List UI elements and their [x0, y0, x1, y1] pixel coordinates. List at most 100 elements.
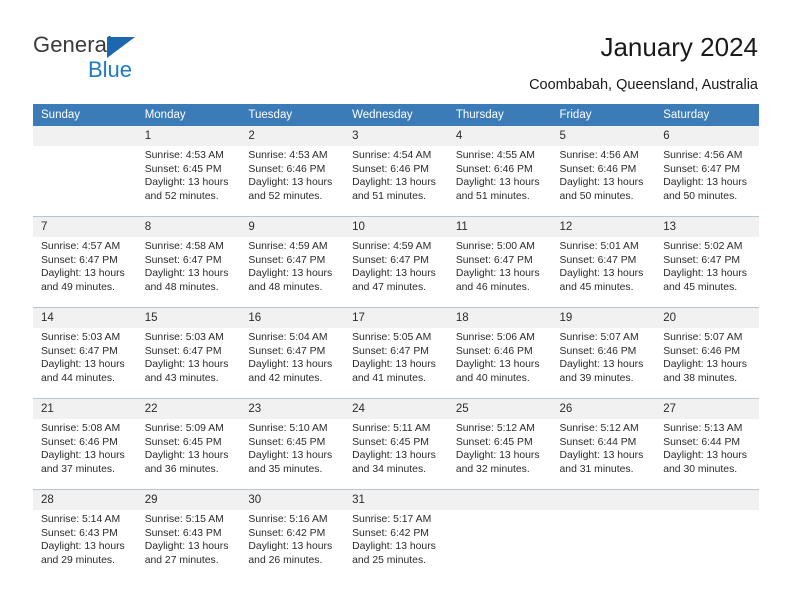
calendar-day-cell[interactable]: 25 Sunrise: 5:12 AM Sunset: 6:45 PM Dayligh… [447, 398, 552, 490]
sunset-text: Sunset: 6:47 PM [41, 254, 118, 266]
day-details: Sunrise: 5:07 AM Sunset: 6:46 PM Daylight:… [552, 328, 656, 385]
daylight-text-line1: Daylight: 13 hours [352, 450, 436, 462]
calendar-day-cell[interactable]: 1 Sunrise: 4:53 AM Sunset: 6:45 PM Daylight… [136, 126, 241, 217]
calendar-week-row: 1 Sunrise: 4:53 AM Sunset: 6:45 PM Daylight… [33, 126, 759, 217]
daylight-text-line2: and 51 minutes. [455, 190, 530, 202]
sunset-text: Sunset: 6:44 PM [663, 436, 741, 448]
calendar-day-cell[interactable]: 22 Sunrise: 5:09 AM Sunset: 6:45 PM Dayligh… [136, 398, 241, 490]
day-number: 6 [655, 126, 759, 146]
sunrise-text: Sunrise: 5:10 AM [248, 423, 328, 434]
daylight-text-line2: and 45 minutes. [663, 281, 738, 293]
calendar-day-cell[interactable]: 5 Sunrise: 4:56 AM Sunset: 6:46 PM Daylight… [551, 126, 656, 217]
calendar-week-row: 21 Sunrise: 5:08 AM Sunset: 6:46 PM Dayligh… [33, 398, 759, 490]
calendar-day-cell[interactable]: 13 Sunrise: 5:02 AM Sunset: 6:47 PM Dayligh… [655, 216, 759, 308]
sunset-text: Sunset: 6:45 PM [248, 436, 326, 448]
daylight-text-line1: Daylight: 13 hours [663, 177, 747, 189]
daylight-text-line2: and 36 minutes. [144, 463, 219, 475]
calendar-day-cell[interactable]: 8 Sunrise: 4:58 AM Sunset: 6:47 PM Daylight… [136, 216, 241, 308]
calendar-day-cell[interactable]: 10 Sunrise: 4:59 AM Sunset: 6:47 PM Dayligh… [344, 216, 448, 308]
calendar-day-cell[interactable]: 26 Sunrise: 5:12 AM Sunset: 6:44 PM Dayligh… [551, 398, 656, 490]
daylight-text-line1: Daylight: 13 hours [248, 177, 333, 189]
day-number: 5 [551, 126, 656, 146]
daylight-text-line2: and 46 minutes. [455, 281, 530, 293]
calendar-day-cell[interactable]: 20 Sunrise: 5:07 AM Sunset: 6:46 PM Dayligh… [655, 307, 759, 399]
day-details: Sunrise: 5:04 AM Sunset: 6:47 PM Daylight:… [240, 328, 344, 385]
day-details: Sunrise: 4:58 AM Sunset: 6:47 PM Daylight:… [137, 237, 241, 294]
daylight-text-line2: and 34 minutes. [352, 463, 427, 475]
day-number [447, 490, 552, 510]
daylight-text-line1: Daylight: 13 hours [41, 268, 125, 280]
calendar-day-cell[interactable]: 23 Sunrise: 5:10 AM Sunset: 6:45 PM Dayligh… [240, 398, 345, 490]
day-number: 10 [344, 217, 448, 237]
daylight-text-line1: Daylight: 13 hours [352, 268, 436, 280]
sunrise-text: Sunrise: 5:07 AM [663, 332, 743, 343]
calendar-day-cell[interactable]: 3 Sunrise: 4:54 AM Sunset: 6:46 PM Daylight… [344, 126, 448, 217]
sunrise-text: Sunrise: 5:00 AM [455, 241, 535, 252]
calendar-day-cell[interactable]: 15 Sunrise: 5:03 AM Sunset: 6:47 PM Dayligh… [136, 307, 241, 399]
daylight-text-line1: Daylight: 13 hours [559, 450, 644, 462]
calendar-day-cell[interactable]: 11 Sunrise: 5:00 AM Sunset: 6:47 PM Dayligh… [447, 216, 552, 308]
calendar-day-cell[interactable]: 28 Sunrise: 5:14 AM Sunset: 6:43 PM Dayligh… [33, 489, 137, 580]
day-details: Sunrise: 5:10 AM Sunset: 6:45 PM Daylight:… [240, 419, 344, 476]
calendar-day-cell[interactable]: 2 Sunrise: 4:53 AM Sunset: 6:46 PM Daylight… [240, 126, 345, 217]
sunset-text: Sunset: 6:47 PM [663, 254, 741, 266]
calendar-day-cell[interactable]: 12 Sunrise: 5:01 AM Sunset: 6:47 PM Dayligh… [551, 216, 656, 308]
daylight-text-line2: and 52 minutes. [248, 190, 323, 202]
day-details: Sunrise: 5:06 AM Sunset: 6:46 PM Daylight:… [448, 328, 552, 385]
sunset-text: Sunset: 6:47 PM [144, 345, 222, 357]
general-blue-logo[interactable]: General Blue [33, 32, 223, 84]
daylight-text-line1: Daylight: 13 hours [663, 450, 747, 462]
calendar-day-cell[interactable]: 14 Sunrise: 5:03 AM Sunset: 6:47 PM Dayligh… [33, 307, 137, 399]
day-details: Sunrise: 5:17 AM Sunset: 6:42 PM Daylight:… [344, 510, 448, 567]
day-number: 12 [551, 217, 656, 237]
weekday-header-row: Sunday Monday Tuesday Wednesday Thursday… [33, 104, 759, 126]
sunset-text: Sunset: 6:46 PM [455, 345, 533, 357]
page-subtitle: Coombabah, Queensland, Australia [529, 77, 758, 93]
daylight-text-line1: Daylight: 13 hours [41, 541, 125, 553]
daylight-text-line2: and 44 minutes. [41, 372, 115, 384]
day-number: 9 [240, 217, 345, 237]
page-header: General Blue January 2024 Coombabah, Que… [0, 0, 792, 100]
calendar-day-cell[interactable]: 21 Sunrise: 5:08 AM Sunset: 6:46 PM Dayligh… [33, 398, 137, 490]
daylight-text-line1: Daylight: 13 hours [663, 359, 747, 371]
calendar-day-cell[interactable]: 31 Sunrise: 5:17 AM Sunset: 6:42 PM Dayligh… [344, 489, 448, 580]
calendar-day-cell[interactable]: 19 Sunrise: 5:07 AM Sunset: 6:46 PM Dayligh… [551, 307, 656, 399]
daylight-text-line1: Daylight: 13 hours [144, 450, 229, 462]
calendar-day-cell[interactable]: 4 Sunrise: 4:55 AM Sunset: 6:46 PM Daylight… [447, 126, 552, 217]
calendar-day-cell[interactable]: 17 Sunrise: 5:05 AM Sunset: 6:47 PM Dayligh… [344, 307, 448, 399]
calendar-day-cell[interactable]: 30 Sunrise: 5:16 AM Sunset: 6:42 PM Dayligh… [240, 489, 345, 580]
calendar-day-cell[interactable]: 7 Sunrise: 4:57 AM Sunset: 6:47 PM Daylight… [33, 216, 137, 308]
calendar-day-cell[interactable]: 27 Sunrise: 5:13 AM Sunset: 6:44 PM Dayligh… [655, 398, 759, 490]
day-details: Sunrise: 4:59 AM Sunset: 6:47 PM Daylight:… [240, 237, 344, 294]
sunset-text: Sunset: 6:47 PM [248, 345, 326, 357]
calendar-day-cell[interactable]: 18 Sunrise: 5:06 AM Sunset: 6:46 PM Dayligh… [447, 307, 552, 399]
calendar-day-cell[interactable]: 9 Sunrise: 4:59 AM Sunset: 6:47 PM Daylight… [240, 216, 345, 308]
day-details: Sunrise: 4:56 AM Sunset: 6:46 PM Daylight:… [552, 146, 656, 203]
weekday-header-friday: Friday [551, 104, 656, 126]
daylight-text-line1: Daylight: 13 hours [144, 177, 229, 189]
daylight-text-line2: and 29 minutes. [41, 554, 115, 566]
sunset-text: Sunset: 6:45 PM [144, 436, 222, 448]
daylight-text-line2: and 49 minutes. [41, 281, 115, 293]
daylight-text-line2: and 45 minutes. [559, 281, 634, 293]
calendar-day-cell[interactable]: 24 Sunrise: 5:11 AM Sunset: 6:45 PM Dayligh… [344, 398, 448, 490]
day-details: Sunrise: 4:55 AM Sunset: 6:46 PM Daylight:… [448, 146, 552, 203]
daylight-text-line2: and 31 minutes. [559, 463, 634, 475]
calendar-day-cell[interactable]: 6 Sunrise: 4:56 AM Sunset: 6:47 PM Daylight… [655, 126, 759, 217]
daylight-text-line2: and 38 minutes. [663, 372, 738, 384]
sunrise-text: Sunrise: 5:06 AM [455, 332, 535, 343]
sunrise-text: Sunrise: 4:56 AM [559, 150, 639, 161]
day-details: Sunrise: 5:08 AM Sunset: 6:46 PM Daylight:… [33, 419, 137, 476]
sunset-text: Sunset: 6:46 PM [455, 163, 533, 175]
sunset-text: Sunset: 6:47 PM [144, 254, 222, 266]
day-details: Sunrise: 5:07 AM Sunset: 6:46 PM Daylight:… [655, 328, 759, 385]
daylight-text-line1: Daylight: 13 hours [559, 177, 644, 189]
sunset-text: Sunset: 6:42 PM [352, 527, 429, 539]
calendar-day-cell[interactable]: 16 Sunrise: 5:04 AM Sunset: 6:47 PM Dayligh… [240, 307, 345, 399]
sunrise-text: Sunrise: 5:08 AM [41, 423, 121, 434]
calendar-day-cell[interactable]: 29 Sunrise: 5:15 AM Sunset: 6:43 PM Dayligh… [136, 489, 241, 580]
sunrise-text: Sunrise: 4:55 AM [455, 150, 535, 161]
sunrise-text: Sunrise: 5:14 AM [41, 514, 121, 525]
sunset-text: Sunset: 6:43 PM [41, 527, 118, 539]
daylight-text-line1: Daylight: 13 hours [663, 268, 747, 280]
